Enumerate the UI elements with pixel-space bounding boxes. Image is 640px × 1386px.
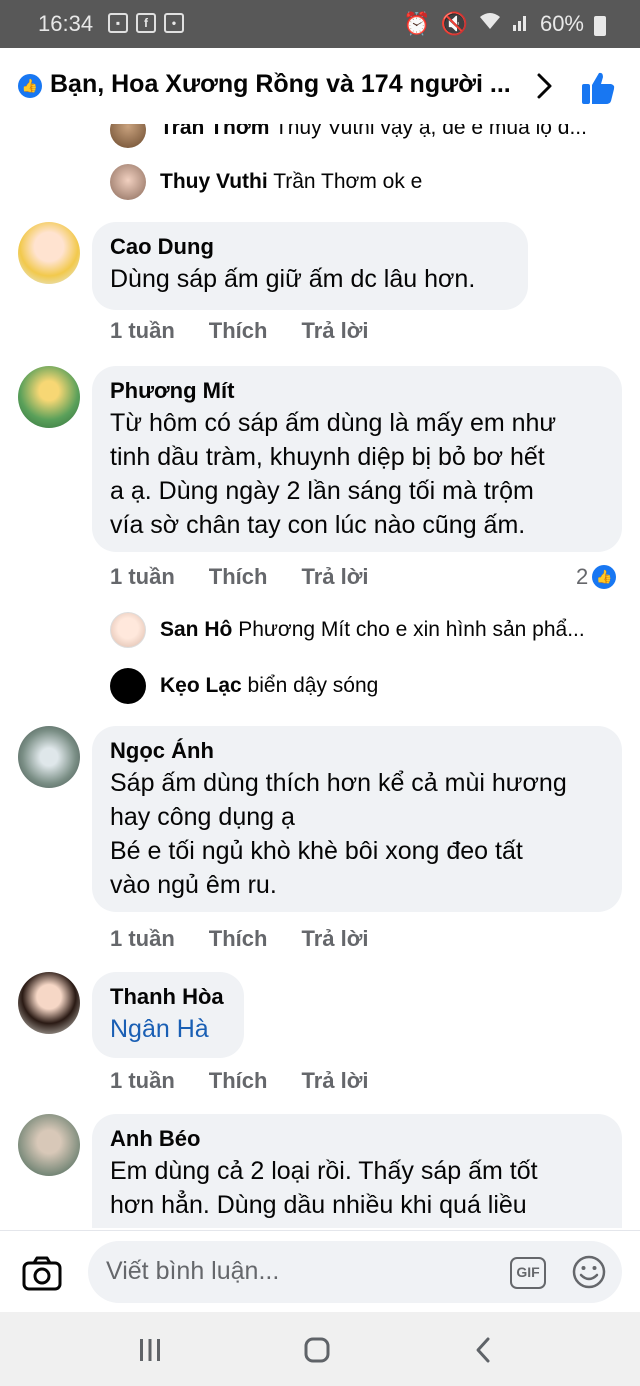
comment-time[interactable]: 1 tuần [110,926,175,952]
reaction-count-value: 2 [576,564,589,589]
home-icon[interactable] [303,1336,331,1364]
comment-bubble: Cao Dung Dùng sáp ấm giữ ấm dc lâu hơn. [92,222,528,310]
reply-author[interactable]: San Hô [160,618,232,641]
comment-actions: 1 tuần Thích Trả lời [110,318,368,344]
comment-text: a ạ. Dùng ngày 2 lần sáng tối mà trộm [110,477,534,505]
comment-bubble: Thanh Hòa Ngân Hà [92,972,244,1058]
comment-actions: 1 tuần Thích Trả lời [110,1068,368,1094]
avatar[interactable] [18,726,80,788]
like-button[interactable]: Thích [209,1068,268,1094]
reply-button[interactable]: Trả lời [301,926,368,952]
comment-text: tinh dầu tràm, khuynh diệp bị bỏ bơ hết [110,443,545,471]
like-button[interactable]: Thích [209,564,268,590]
reply-preview[interactable]: Thuy Vuthi Trần Thơm ok e [160,170,422,194]
comment-text: Dùng sáp ấm giữ ấm dc lâu hơn. [110,265,476,293]
avatar[interactable] [18,1114,80,1176]
comment-text: Bé e tối ngủ khò khè bôi xong đeo tất [110,837,523,865]
comment-time[interactable]: 1 tuần [110,318,175,344]
reply-preview[interactable]: San Hô Phương Mít cho e xin hình sản phẩ… [160,618,585,642]
like-reaction-icon: 👍 [18,74,42,98]
reply-author[interactable]: Thuy Vuthi [160,170,268,193]
avatar[interactable] [18,366,80,428]
mention-link[interactable]: Ngân Hà [110,1012,226,1046]
avatar[interactable] [110,612,146,648]
like-button[interactable]: Thích [209,318,268,344]
reactions-header[interactable]: 👍 Bạn, Hoa Xương Rồng và 174 người ... [0,48,640,124]
system-nav-bar [0,1312,640,1386]
camera-icon[interactable] [22,1255,62,1291]
comment-text: hay công dụng ạ [110,803,295,831]
comment-bubble: Ngọc Ánh Sáp ấm dùng thích hơn kể cả mùi… [92,726,622,912]
comment-feed[interactable]: Trần Thơm Thuy Vuthi vậy ạ, để e mua lọ … [0,48,640,1228]
chevron-right-icon[interactable] [536,72,554,100]
alarm-icon: ⏰ [403,11,431,36]
emoji-icon[interactable] [572,1255,606,1289]
facebook-icon: f [136,13,156,33]
comment-bubble: Phương Mít Từ hôm có sáp ấm dùng là mấy … [92,366,622,552]
comment-time[interactable]: 1 tuần [110,564,175,590]
comment-input-placeholder[interactable]: Viết bình luận... [106,1257,279,1286]
reply-text: biển dậy sóng [247,674,379,697]
comment-author[interactable]: Phương Mít [110,376,604,406]
comment-author[interactable]: Anh Béo [110,1124,604,1154]
reactions-summary[interactable]: Bạn, Hoa Xương Rồng và 174 người ... [50,70,511,99]
reply-preview[interactable]: Kẹo Lạc biển dậy sóng [160,674,378,698]
reaction-count[interactable]: 2 👍 [576,564,617,590]
back-icon[interactable] [470,1336,498,1364]
status-bar: 16:34 ▪ f • ⏰ 🔇 60% [0,0,640,48]
reply-button[interactable]: Trả lời [301,1068,368,1094]
image-icon: ▪ [108,13,128,33]
comment-input[interactable]: Viết bình luận... GIF [88,1241,622,1303]
avatar[interactable] [110,668,146,704]
status-time: 16:34 [38,11,94,36]
avatar[interactable] [18,222,80,284]
comment-text: Từ hôm có sáp ấm dùng là mấy em như [110,409,557,437]
battery-percent: 60% [539,11,584,36]
reply-button[interactable]: Trả lời [301,318,368,344]
reply-button[interactable]: Trả lời [301,564,368,590]
comment-author[interactable]: Thanh Hòa [110,982,226,1012]
like-button[interactable]: Thích [209,926,268,952]
gif-button[interactable]: GIF [510,1257,546,1289]
comment-composer: Viết bình luận... GIF [0,1230,640,1312]
comment-actions: 1 tuần Thích Trả lời [110,926,368,952]
notification-icon: • [164,13,184,33]
reply-text: Phương Mít cho e xin hình sản phẩ... [238,618,585,641]
like-icon[interactable] [580,70,616,106]
reply-text: Trần Thơm ok e [273,170,423,193]
comment-author[interactable]: Ngọc Ánh [110,736,604,766]
comment-text: hơn hẳn. Dùng dầu nhiều khi quá liều [110,1191,527,1219]
comment-actions: 1 tuần Thích Trả lời [110,564,368,590]
comment-text: Em dùng cả 2 loại rồi. Thấy sáp ấm tốt [110,1157,538,1185]
comment-author[interactable]: Cao Dung [110,232,510,262]
like-icon: 👍 [592,565,617,589]
comment-time[interactable]: 1 tuần [110,1068,175,1094]
comments-sheet: Trần Thơm Thuy Vuthi vậy ạ, để e mua lọ … [0,48,640,1312]
reply-author[interactable]: Kẹo Lạc [160,674,242,697]
avatar[interactable] [110,164,146,200]
mute-icon: 🔇 [440,11,468,36]
recent-apps-icon[interactable] [136,1336,164,1364]
wifi-icon [478,11,502,37]
avatar[interactable] [18,972,80,1034]
comment-bubble: Anh Béo Em dùng cả 2 loại rồi. Thấy sáp … [92,1114,622,1228]
comment-text: Sáp ấm dùng thích hơn kể cả mùi hương [110,769,567,797]
comment-text: vào ngủ êm ru. [110,871,277,899]
signal-icon [512,11,530,37]
comment-text: vía sờ chân tay con lúc nào cũng ấm. [110,511,526,539]
battery-icon [594,16,606,36]
